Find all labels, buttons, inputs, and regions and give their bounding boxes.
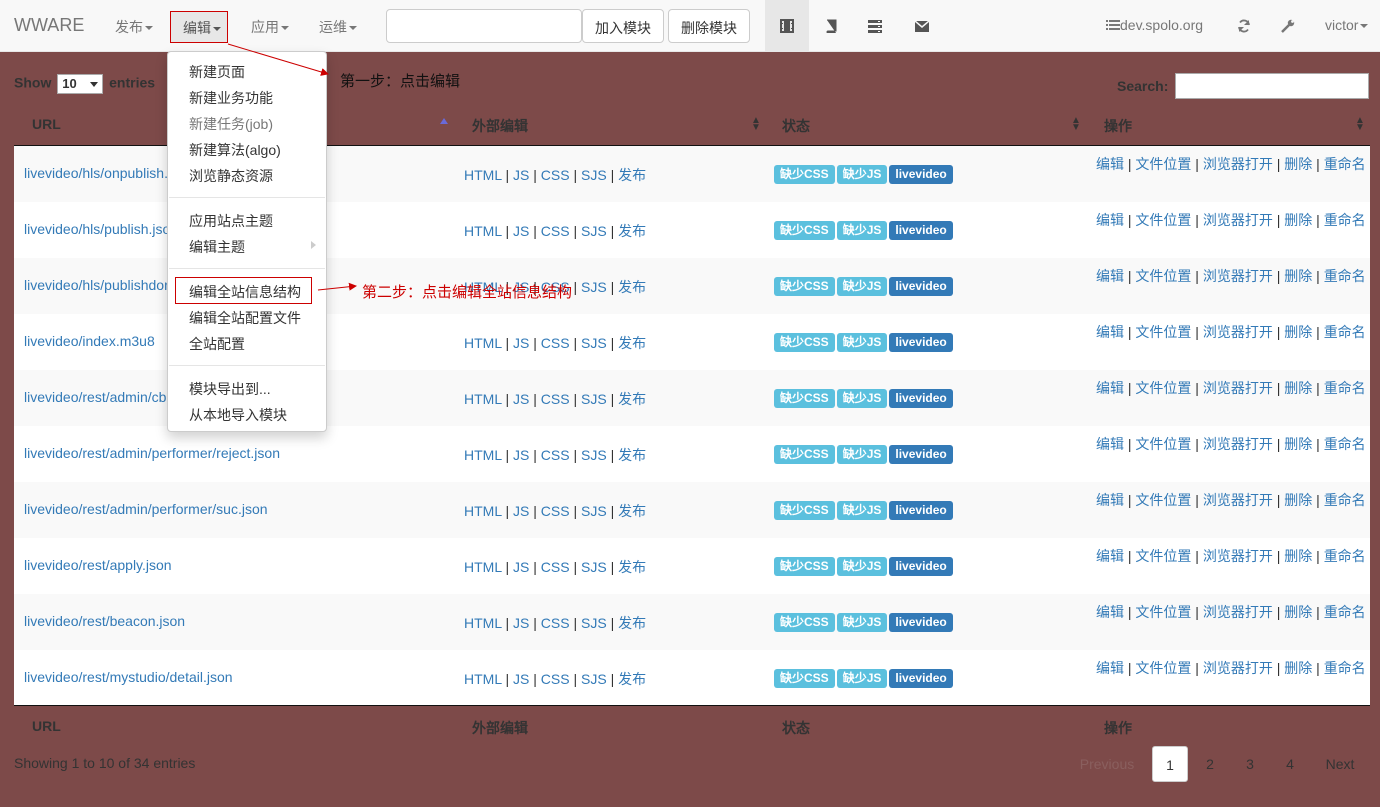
annotation-step1: 第一步：点击编辑 <box>340 74 461 90</box>
annotation-step2: 第二步：点击编辑全站信息结构 <box>362 285 573 301</box>
annotation-arrows <box>227 43 357 291</box>
arrow-step2 <box>317 282 357 291</box>
arrow-step1 <box>227 43 329 76</box>
